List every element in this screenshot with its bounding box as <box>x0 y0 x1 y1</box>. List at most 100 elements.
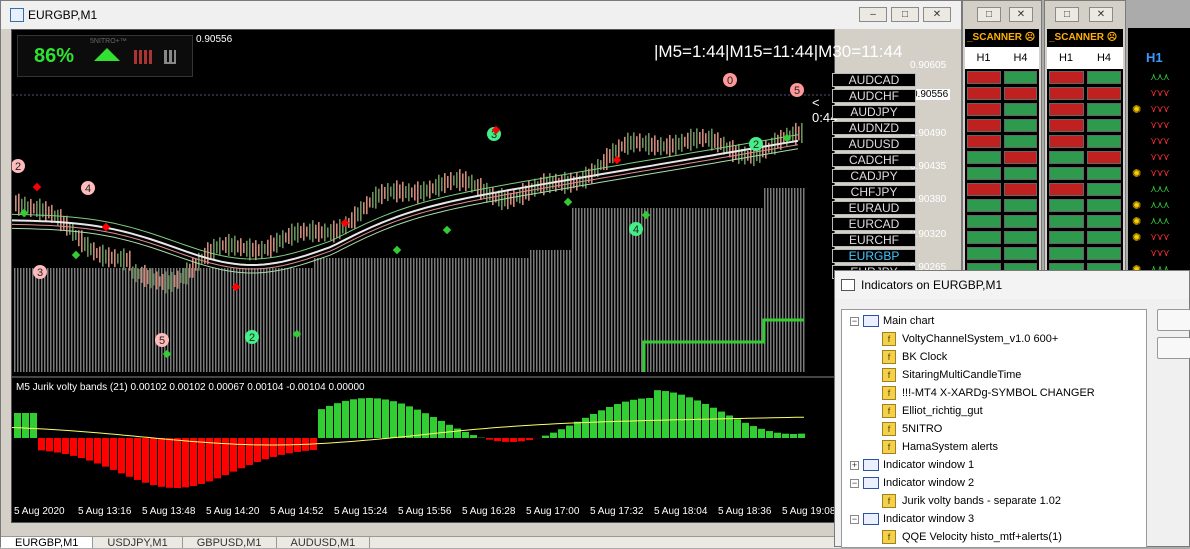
price-chart[interactable]: 2345234052 <box>12 30 834 522</box>
candle <box>153 273 155 285</box>
jurik-bar <box>462 432 469 438</box>
symbol-button-audchf[interactable]: AUDCHF <box>832 89 916 103</box>
scanner-cell <box>967 135 1001 148</box>
volty-bar <box>791 188 793 372</box>
symbol-button-audcad[interactable]: AUDCAD <box>832 73 916 87</box>
candle <box>630 136 632 150</box>
tree-indicator[interactable]: fJurik volty bands - separate 1.02 <box>882 492 1061 510</box>
time-axis: 5 Aug 20205 Aug 13:165 Aug 13:485 Aug 14… <box>12 504 834 520</box>
candle <box>780 130 782 150</box>
tab-audusd[interactable]: AUDUSD,M1 <box>277 537 371 548</box>
volty-bar <box>755 208 757 372</box>
symbol-button-chfjpy[interactable]: CHFJPY <box>832 185 916 199</box>
candle <box>666 138 668 154</box>
volty-bar <box>689 208 691 372</box>
symbol-button-eurgbp[interactable]: EURGBP <box>832 249 916 263</box>
tree-indicator[interactable]: fElliot_richtig_gut <box>882 402 983 420</box>
candle <box>750 148 752 164</box>
candle <box>174 275 176 287</box>
volty-bar <box>437 258 439 372</box>
scanner1-close-button[interactable]: ✕ <box>1009 7 1033 22</box>
volty-bar <box>701 208 703 372</box>
dialog-title-bar[interactable]: Indicators on EURGBP,M1 <box>835 271 1189 299</box>
jurik-bar <box>134 438 141 480</box>
tree-folder[interactable]: − Main chart <box>850 312 934 330</box>
tab-gbpusd[interactable]: GBPUSD,M1 <box>183 537 277 548</box>
collapse-icon[interactable]: − <box>850 317 859 326</box>
symbol-button-cadjpy[interactable]: CADJPY <box>832 169 916 183</box>
minimize-button[interactable]: – <box>859 7 887 22</box>
volty-bar <box>590 208 592 372</box>
chart-title-bar[interactable]: EURGBP,M1 – □ ✕ <box>1 1 961 29</box>
scanner-cell <box>1004 215 1038 228</box>
volty-bar <box>260 268 262 372</box>
symbol-button-cadchf[interactable]: CADCHF <box>832 153 916 167</box>
volty-bar <box>647 208 649 372</box>
volty-bar <box>308 268 310 372</box>
candle <box>624 137 626 153</box>
scanner-cell <box>1004 247 1038 260</box>
scanner1-restore-button[interactable]: □ <box>977 7 1001 22</box>
candle <box>144 265 146 287</box>
scanner-row <box>965 103 1039 119</box>
candle <box>78 230 80 246</box>
volty-bar <box>761 208 763 372</box>
tree-label: Main chart <box>883 315 934 327</box>
candle <box>48 206 50 218</box>
scanner1-col-h1: H1 <box>965 47 1002 69</box>
tree-indicator[interactable]: fBK Clock <box>882 348 947 366</box>
tree-indicator[interactable]: fQQE Velocity histo_mtf+alerts(1) <box>882 528 1062 546</box>
tree-indicator[interactable]: fSitaringMultiCandleTime <box>882 366 1021 384</box>
scanner2-restore-button[interactable]: □ <box>1055 7 1079 22</box>
chart-canvas[interactable]: 2345234052 86% 5NITRO+™ 0.90556 |M5=1:44… <box>11 29 835 523</box>
volty-bar <box>446 258 448 372</box>
collapse-icon[interactable]: − <box>850 479 859 488</box>
indicator-icon: f <box>882 530 896 544</box>
volty-bar <box>122 268 124 372</box>
indicator-icon: f <box>882 422 896 436</box>
symbol-button-eurchf[interactable]: EURCHF <box>832 233 916 247</box>
jurik-bar <box>382 399 389 438</box>
chart-window: EURGBP,M1 – □ ✕ 2345234052 86% 5NITRO+™ … <box>0 0 962 547</box>
volty-bar <box>332 258 334 372</box>
symbol-button-eurcad[interactable]: EURCAD <box>832 217 916 231</box>
tree-indicator[interactable]: fHamaSystem alerts <box>882 438 998 456</box>
indicator-tree[interactable]: − Main chart fVoltyChannelSystem_v1.0 600+… <box>841 309 1147 548</box>
tab-eurgbp[interactable]: EURGBP,M1 <box>1 537 93 548</box>
tree-indicator[interactable]: f!!!-MT4 X-XARDg-SYMBOL CHANGER <box>882 384 1095 402</box>
candle <box>336 223 338 237</box>
dialog-button-1[interactable] <box>1157 309 1190 331</box>
scanner-cell <box>1087 215 1122 228</box>
symbol-button-audjpy[interactable]: AUDJPY <box>832 105 916 119</box>
maximize-button[interactable]: □ <box>891 7 919 22</box>
symbol-button-euraud[interactable]: EURAUD <box>832 201 916 215</box>
symbol-button-audnzd[interactable]: AUDNZD <box>832 121 916 135</box>
volty-bar <box>320 258 322 372</box>
jurik-bar <box>494 438 501 441</box>
close-button[interactable]: ✕ <box>923 7 951 22</box>
tree-folder[interactable]: −Indicator window 3 <box>850 510 974 528</box>
tab-usdjpy[interactable]: USDJPY,M1 <box>93 537 182 548</box>
candle <box>477 179 479 195</box>
scanner-cell <box>967 167 1001 180</box>
tree-folder[interactable]: −Indicator window 2 <box>850 474 974 492</box>
window-icon <box>863 315 879 327</box>
scanner-cell <box>1049 71 1084 84</box>
volty-bar <box>251 268 253 372</box>
grid-icon <box>134 50 152 64</box>
scanner2-close-button[interactable]: ✕ <box>1089 7 1113 22</box>
scanner-cell <box>1087 247 1122 260</box>
candle <box>570 173 572 193</box>
collapse-icon[interactable]: − <box>850 515 859 524</box>
tree-folder[interactable]: +Indicator window 1 <box>850 456 974 474</box>
dialog-button-2[interactable] <box>1157 337 1190 359</box>
volty-bar <box>779 188 781 372</box>
candle <box>138 269 140 279</box>
tree-indicator[interactable]: f5NITRO <box>882 420 942 438</box>
alert-sun-icon: ✺ <box>1132 215 1141 228</box>
candle <box>714 134 716 148</box>
symbol-button-audusd[interactable]: AUDUSD <box>832 137 916 151</box>
expand-icon[interactable]: + <box>850 461 859 470</box>
tree-indicator[interactable]: fVoltyChannelSystem_v1.0 600+ <box>882 330 1058 348</box>
volty-bar <box>263 268 265 372</box>
